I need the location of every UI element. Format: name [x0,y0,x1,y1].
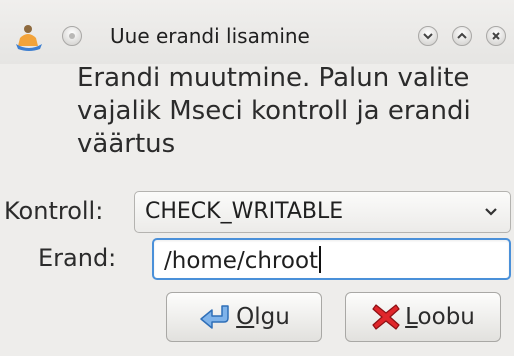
close-icon [492,32,500,40]
maximize-button[interactable] [452,26,472,46]
menu-button[interactable] [62,26,82,46]
ok-button-label: Olgu [236,304,290,330]
ok-button[interactable]: Olgu [166,292,322,342]
text-caret [319,246,322,273]
chevron-down-icon [485,208,497,216]
erand-input[interactable]: /home/chroot [152,238,511,280]
maximize-icon [457,32,467,39]
minimize-button[interactable] [418,26,438,46]
cancel-x-icon [372,304,400,330]
dialog-window: Uue erandi lisamine Erandi muutmine. Pal… [0,0,514,356]
menu-icon [69,33,75,39]
kontroll-selected-value: CHECK_WRITABLE [145,199,344,224]
cancel-button-label: Loobu [405,304,475,330]
app-icon [16,25,42,51]
return-arrow-icon [200,305,229,329]
minimize-icon [423,33,433,40]
title-bar[interactable]: Uue erandi lisamine [0,0,514,64]
close-button[interactable] [486,26,506,46]
erand-input-value: /home/chroot [164,246,322,274]
cancel-button[interactable]: Loobu [345,292,501,342]
window-title: Uue erandi lisamine [110,24,310,48]
kontroll-label: Kontroll: [4,197,104,225]
instruction-message: Erandi muutmine. Palun valite vajalik Ms… [77,63,471,159]
kontroll-select[interactable]: CHECK_WRITABLE [134,191,511,233]
erand-label: Erand: [38,244,117,272]
